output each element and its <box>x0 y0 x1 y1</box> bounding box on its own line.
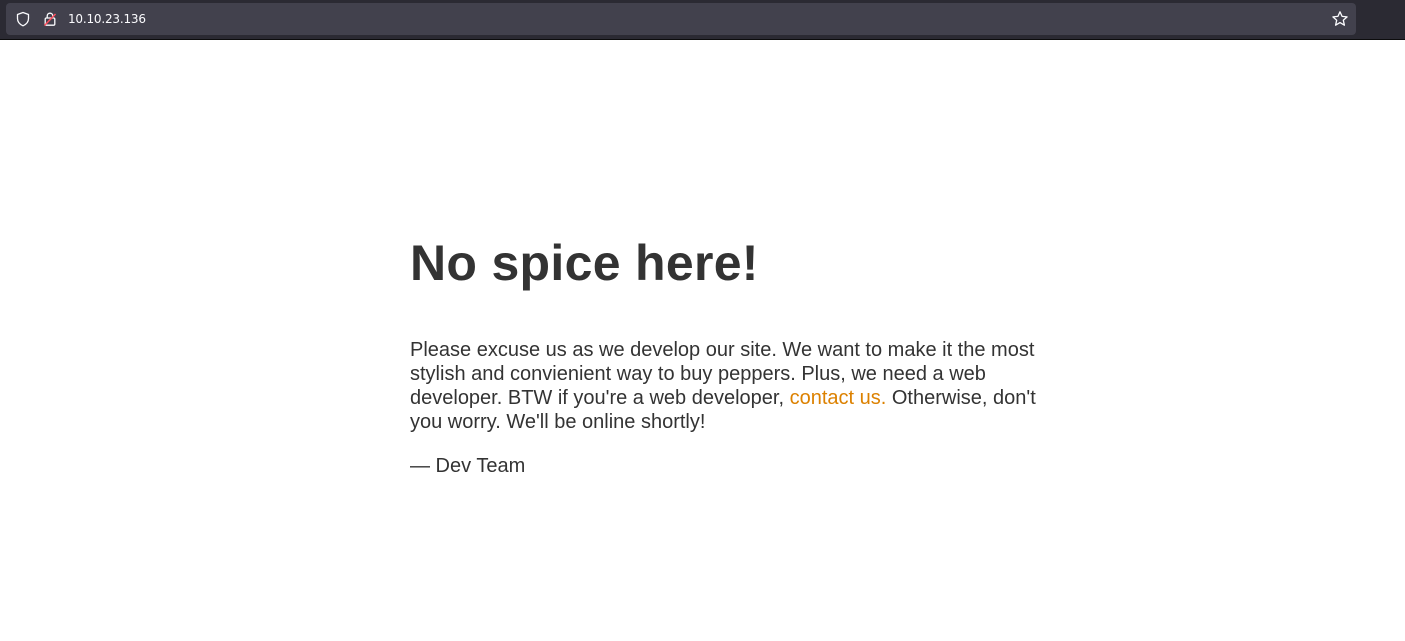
star-icon[interactable] <box>1331 10 1349 28</box>
address-bar[interactable]: 10.10.23.136 <box>6 3 1356 35</box>
page-content: No spice here! Please excuse us as we de… <box>410 232 1050 478</box>
browser-toolbar: 10.10.23.136 <box>0 0 1405 40</box>
message-paragraph: Please excuse us as we develop our site.… <box>410 338 1050 434</box>
url-text[interactable]: 10.10.23.136 <box>68 12 146 26</box>
shield-icon[interactable] <box>15 11 31 27</box>
signature: — Dev Team <box>410 455 526 477</box>
contact-us-link[interactable]: contact us. <box>790 387 887 409</box>
page-title: No spice here! <box>410 235 759 291</box>
insecure-lock-icon[interactable] <box>42 11 58 27</box>
